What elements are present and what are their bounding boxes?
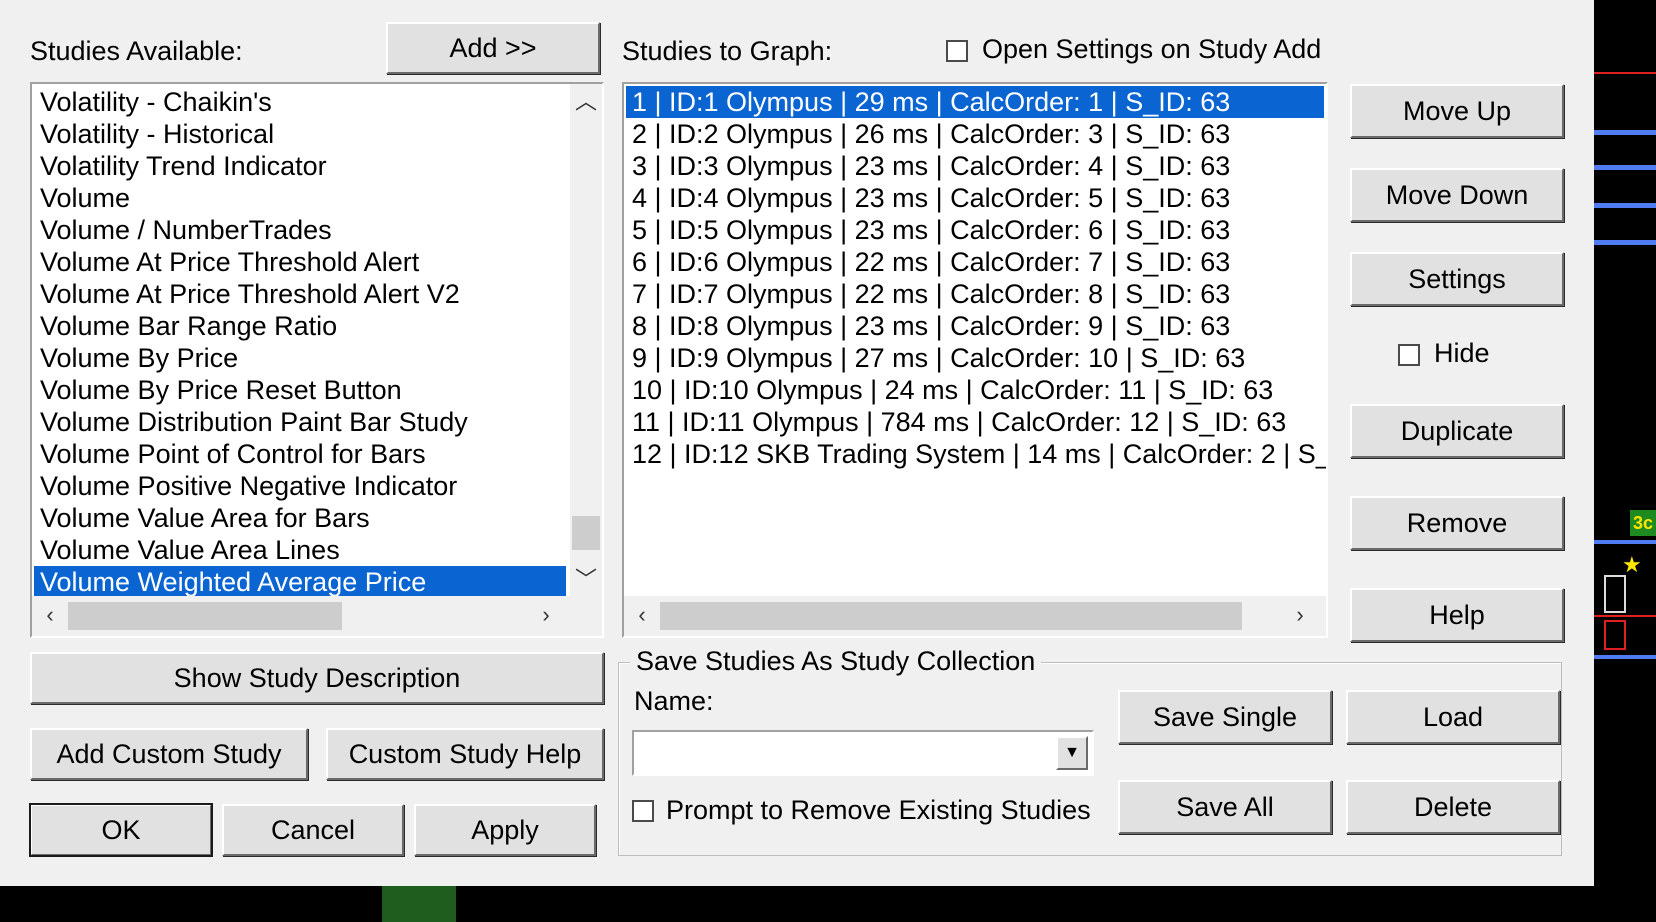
studies-available-vscrollbar[interactable]: ︿ ﹀: [570, 84, 602, 596]
chart-blue-line: [1594, 540, 1656, 544]
study-available-item[interactable]: Volatility - Historical: [34, 118, 566, 150]
study-to-graph-item[interactable]: 1 | ID:1 Olympus | 29 ms | CalcOrder: 1 …: [626, 86, 1324, 118]
save-single-button[interactable]: Save Single: [1118, 690, 1332, 744]
study-available-item[interactable]: Volume At Price Threshold Alert V2: [34, 278, 566, 310]
ok-button[interactable]: OK: [29, 803, 213, 857]
study-available-item[interactable]: Volume At Price Threshold Alert: [34, 246, 566, 278]
scroll-down-icon[interactable]: ﹀: [570, 562, 602, 594]
name-input[interactable]: [638, 736, 1052, 772]
add-button[interactable]: Add >>: [386, 22, 600, 74]
study-available-item[interactable]: Volume Point of Control for Bars: [34, 438, 566, 470]
scroll-up-icon[interactable]: ︿: [570, 84, 602, 116]
scroll-thumb[interactable]: [68, 602, 342, 630]
cancel-button[interactable]: Cancel: [222, 804, 404, 856]
open-settings-checkbox[interactable]: [946, 40, 968, 62]
study-collection-title: Save Studies As Study Collection: [630, 646, 1042, 677]
study-to-graph-item[interactable]: 2 | ID:2 Olympus | 26 ms | CalcOrder: 3 …: [626, 118, 1324, 150]
study-available-item[interactable]: Volume / NumberTrades: [34, 214, 566, 246]
studies-available-items: Volatility - Chaikin's Volatility - Histo…: [34, 86, 566, 598]
study-to-graph-item[interactable]: 6 | ID:6 Olympus | 22 ms | CalcOrder: 7 …: [626, 246, 1324, 278]
chart-red-line: [1594, 615, 1656, 617]
chart-blue-line: [1594, 165, 1656, 170]
apply-button[interactable]: Apply: [414, 804, 596, 856]
study-to-graph-item[interactable]: 8 | ID:8 Olympus | 23 ms | CalcOrder: 9 …: [626, 310, 1324, 342]
chart-candle: [1604, 620, 1626, 650]
scroll-thumb[interactable]: [660, 602, 1242, 630]
remove-button[interactable]: Remove: [1350, 496, 1564, 550]
load-button[interactable]: Load: [1346, 690, 1560, 744]
open-settings-label: Open Settings on Study Add: [982, 34, 1322, 64]
scroll-left-icon[interactable]: ‹: [36, 600, 64, 630]
scroll-thumb[interactable]: [572, 516, 600, 550]
study-available-item[interactable]: Volume Distribution Paint Bar Study: [34, 406, 566, 438]
study-to-graph-item[interactable]: 5 | ID:5 Olympus | 23 ms | CalcOrder: 6 …: [626, 214, 1324, 246]
studies-to-graph-label: Studies to Graph:: [622, 36, 833, 66]
name-combobox[interactable]: ▼: [632, 730, 1094, 776]
studies-available-list[interactable]: Volatility - Chaikin's Volatility - Histo…: [30, 82, 604, 638]
name-label: Name:: [634, 686, 714, 716]
studies-available-hscrollbar[interactable]: ‹ ›: [32, 596, 602, 636]
study-to-graph-item[interactable]: 12 | ID:12 SKB Trading System | 14 ms | …: [626, 438, 1326, 470]
study-to-graph-item[interactable]: 9 | ID:9 Olympus | 27 ms | CalcOrder: 10…: [626, 342, 1324, 374]
chart-background: 3c ★: [1594, 0, 1656, 922]
study-available-item[interactable]: Volume Value Area for Bars: [34, 502, 566, 534]
move-up-button[interactable]: Move Up: [1350, 84, 1564, 138]
prompt-remove-checkbox[interactable]: [632, 800, 654, 822]
chart-blue-line: [1594, 240, 1656, 245]
study-to-graph-item[interactable]: 7 | ID:7 Olympus | 22 ms | CalcOrder: 8 …: [626, 278, 1324, 310]
hide-label: Hide: [1434, 338, 1490, 368]
save-all-button[interactable]: Save All: [1118, 780, 1332, 834]
scroll-right-icon[interactable]: ›: [532, 600, 560, 630]
study-available-item[interactable]: Volume: [34, 182, 566, 214]
scroll-left-icon[interactable]: ‹: [628, 600, 656, 630]
study-to-graph-item[interactable]: 4 | ID:4 Olympus | 23 ms | CalcOrder: 5 …: [626, 182, 1324, 214]
studies-available-label: Studies Available:: [30, 36, 243, 66]
chart-marker: [382, 886, 456, 922]
studies-to-graph-list[interactable]: 1 | ID:1 Olympus | 29 ms | CalcOrder: 1 …: [622, 82, 1328, 638]
add-custom-study-button[interactable]: Add Custom Study: [30, 728, 308, 780]
study-to-graph-item[interactable]: 3 | ID:3 Olympus | 23 ms | CalcOrder: 4 …: [626, 150, 1324, 182]
study-available-item[interactable]: Volume Value Area Lines: [34, 534, 566, 566]
hide-checkbox[interactable]: [1398, 344, 1420, 366]
help-button[interactable]: Help: [1350, 588, 1564, 642]
chart-blue-line: [1594, 203, 1656, 208]
studies-to-graph-hscrollbar[interactable]: ‹ ›: [624, 596, 1326, 636]
study-available-item[interactable]: Volume Bar Range Ratio: [34, 310, 566, 342]
study-available-item[interactable]: Volume Positive Negative Indicator: [34, 470, 566, 502]
studies-dialog: Studies Available: Add >> Volatility - C…: [0, 0, 1594, 886]
delete-button[interactable]: Delete: [1346, 780, 1560, 834]
chart-blue-line: [1594, 130, 1656, 135]
study-to-graph-item[interactable]: 11 | ID:11 Olympus | 784 ms | CalcOrder:…: [626, 406, 1324, 438]
duplicate-button[interactable]: Duplicate: [1350, 404, 1564, 458]
study-available-item[interactable]: Volume By Price: [34, 342, 566, 374]
scroll-right-icon[interactable]: ›: [1286, 600, 1314, 630]
study-to-graph-item[interactable]: 10 | ID:10 Olympus | 24 ms | CalcOrder: …: [626, 374, 1324, 406]
custom-study-help-button[interactable]: Custom Study Help: [326, 728, 604, 780]
study-available-item[interactable]: Volatility - Chaikin's: [34, 86, 566, 118]
study-available-item[interactable]: Volume Weighted Average Price: [34, 566, 566, 598]
dropdown-arrow-icon[interactable]: ▼: [1056, 736, 1088, 770]
study-available-item[interactable]: Volume By Price Reset Button: [34, 374, 566, 406]
show-study-description-button[interactable]: Show Study Description: [30, 652, 604, 704]
chart-candle: [1604, 575, 1626, 613]
chart-label: 3c: [1630, 510, 1656, 536]
studies-to-graph-items: 1 | ID:1 Olympus | 29 ms | CalcOrder: 1 …: [626, 86, 1326, 470]
settings-button[interactable]: Settings: [1350, 252, 1564, 306]
prompt-remove-label: Prompt to Remove Existing Studies: [666, 795, 1091, 825]
move-down-button[interactable]: Move Down: [1350, 168, 1564, 222]
chart-blue-line: [1594, 655, 1656, 659]
study-available-item[interactable]: Volatility Trend Indicator: [34, 150, 566, 182]
chart-red-line: [1594, 72, 1656, 74]
